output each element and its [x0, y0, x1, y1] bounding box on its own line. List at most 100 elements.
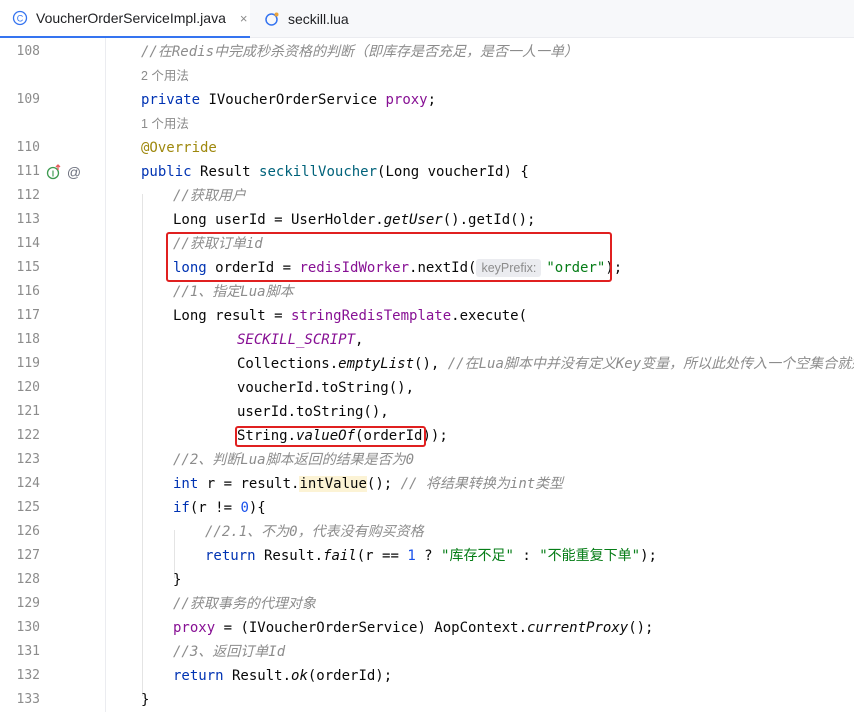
code-comment: //获取用户 [173, 188, 246, 204]
override-at-icon[interactable]: @ [66, 164, 82, 180]
line-number: 120 [16, 380, 40, 395]
code-line: 127 return Result.fail(r == 1 ? "库存不足" :… [0, 544, 854, 568]
line-number: 116 [16, 284, 40, 299]
line-number: 122 [16, 428, 40, 443]
line-number: 133 [16, 692, 40, 707]
keyword: private [141, 92, 201, 108]
line-number: 127 [16, 548, 40, 563]
method-call: currentProxy [527, 620, 629, 636]
line-number: 125 [16, 500, 40, 515]
code-line: 109 private IVoucherOrderService proxy; [0, 88, 854, 112]
code-part: (r == [356, 548, 408, 564]
code-line: 120 voucherId.toString(), [0, 376, 854, 400]
tab-voucher-order-service-impl[interactable]: C VoucherOrderServiceImpl.java × [0, 0, 250, 38]
line-number: 130 [16, 620, 40, 635]
warning-highlight[interactable]: intValue [299, 476, 367, 492]
line-number: 121 [16, 404, 40, 419]
code-part: ); [640, 548, 657, 564]
code-comment: //3、返回订单Id [173, 644, 286, 660]
code-part: r = result. [198, 476, 300, 492]
line-number: 123 [16, 452, 40, 467]
number-literal: 1 [407, 548, 416, 564]
string-literal: "不能重复下单" [539, 548, 641, 564]
code-line: 116 //1、指定Lua脚本 [0, 280, 854, 304]
code-line: 131 //3、返回订单Id [0, 640, 854, 664]
code-part: : [513, 548, 540, 564]
line-number: 118 [16, 332, 40, 347]
static-constant: SECKILL_SCRIPT [237, 332, 356, 348]
line-number: 124 [16, 476, 40, 491]
usage-hint-line: 1 个用法 [0, 112, 854, 136]
number-literal: 0 [240, 500, 249, 516]
code-line: 125 if(r != 0){ [0, 496, 854, 520]
tab-seckill-lua[interactable]: seckill.lua [252, 0, 392, 38]
svg-text:C: C [17, 14, 24, 24]
field-name: proxy [173, 620, 216, 636]
usage-count-hint[interactable]: 2 个用法 [141, 64, 189, 88]
code-line: 124 int r = result.intValue(); // 将结果转换为… [0, 472, 854, 496]
java-class-icon: C [12, 10, 28, 26]
code-text: voucherId.toString(), [237, 380, 415, 396]
line-number: 132 [16, 668, 40, 683]
code-text: } [173, 572, 182, 588]
punct: ; [427, 92, 437, 108]
tab-label: VoucherOrderServiceImpl.java [36, 10, 226, 26]
code-text: userId.toString(), [237, 404, 389, 420]
code-line: 110 @Override [0, 136, 854, 160]
code-line: 117 Long result = stringRedisTemplate.ex… [0, 304, 854, 328]
close-tab-icon[interactable]: × [240, 11, 248, 26]
keyword: if [173, 500, 190, 516]
line-number: 113 [16, 212, 40, 227]
code-line: 119 Collections.emptyList(), //在Lua脚本中并没… [0, 352, 854, 376]
code-part: Long result = [173, 308, 292, 324]
code-part: ); [430, 428, 448, 444]
code-text: Long result = stringRedisTemplate.execut… [173, 304, 527, 328]
code-part: .execute( [451, 308, 528, 324]
code-line: 122 String.valueOf(orderId)); [0, 424, 854, 448]
params: (Long voucherId) { [377, 164, 529, 180]
code-part: , [355, 332, 364, 348]
code-line: 130 proxy = (IVoucherOrderService) AopCo… [0, 616, 854, 640]
code-line: 112 //获取用户 [0, 184, 854, 208]
code-text: int r = result.intValue(); // 将结果转换为int类… [173, 472, 563, 496]
usage-count-hint[interactable]: 1 个用法 [141, 112, 189, 136]
code-text: SECKILL_SCRIPT, [237, 328, 363, 352]
type-name: Result [200, 164, 251, 180]
usage-hint-line: 2 个用法 [0, 64, 854, 88]
line-number: 109 [16, 92, 40, 107]
field-name: stringRedisTemplate [291, 308, 452, 324]
code-part: (); [628, 620, 654, 636]
method-call: emptyList [338, 356, 415, 372]
code-editor[interactable]: 108 //在Redis中完成秒杀资格的判断（即库存是否充足，是否一人一单） 2… [0, 38, 854, 712]
code-part: Collections. [237, 356, 339, 372]
code-text: Long userId = UserHolder.getUser().getId… [173, 208, 535, 232]
line-number: 108 [16, 44, 40, 59]
code-line: 118 SECKILL_SCRIPT, [0, 328, 854, 352]
code-line: 111 I @ public Result seckillVoucher(Lon… [0, 160, 854, 184]
line-number: 114 [16, 236, 40, 251]
implements-method-icon[interactable]: I [46, 164, 62, 180]
method-call: ok [291, 668, 308, 684]
code-comment: //2、判断Lua脚本返回的结果是否为0 [173, 452, 415, 468]
tab-label: seckill.lua [288, 11, 349, 27]
line-number: 117 [16, 308, 40, 323]
keyword: return [173, 668, 224, 684]
code-line: 126 //2.1、不为0，代表没有购买资格 [0, 520, 854, 544]
method-name: seckillVoucher [259, 164, 378, 180]
code-text: if(r != 0){ [173, 496, 266, 520]
code-part: Result. [255, 548, 324, 564]
highlight-box-value-of [235, 426, 426, 447]
code-part: Long userId = UserHolder. [173, 212, 384, 228]
line-number: 110 [16, 140, 40, 155]
method-call: getUser [383, 212, 443, 228]
field-name: proxy [385, 92, 428, 108]
code-part: Result. [223, 668, 292, 684]
code-line: 133 } [0, 688, 854, 712]
code-part: ? [415, 548, 442, 564]
code-line: 121 userId.toString(), [0, 400, 854, 424]
line-number: 126 [16, 524, 40, 539]
line-number: 112 [16, 188, 40, 203]
code-comment: //在Lua脚本中并没有定义Key变量，所以此处传入一个空集合就好 [447, 356, 854, 372]
keyword: return [205, 548, 256, 564]
code-comment: //1、指定Lua脚本 [173, 284, 294, 300]
